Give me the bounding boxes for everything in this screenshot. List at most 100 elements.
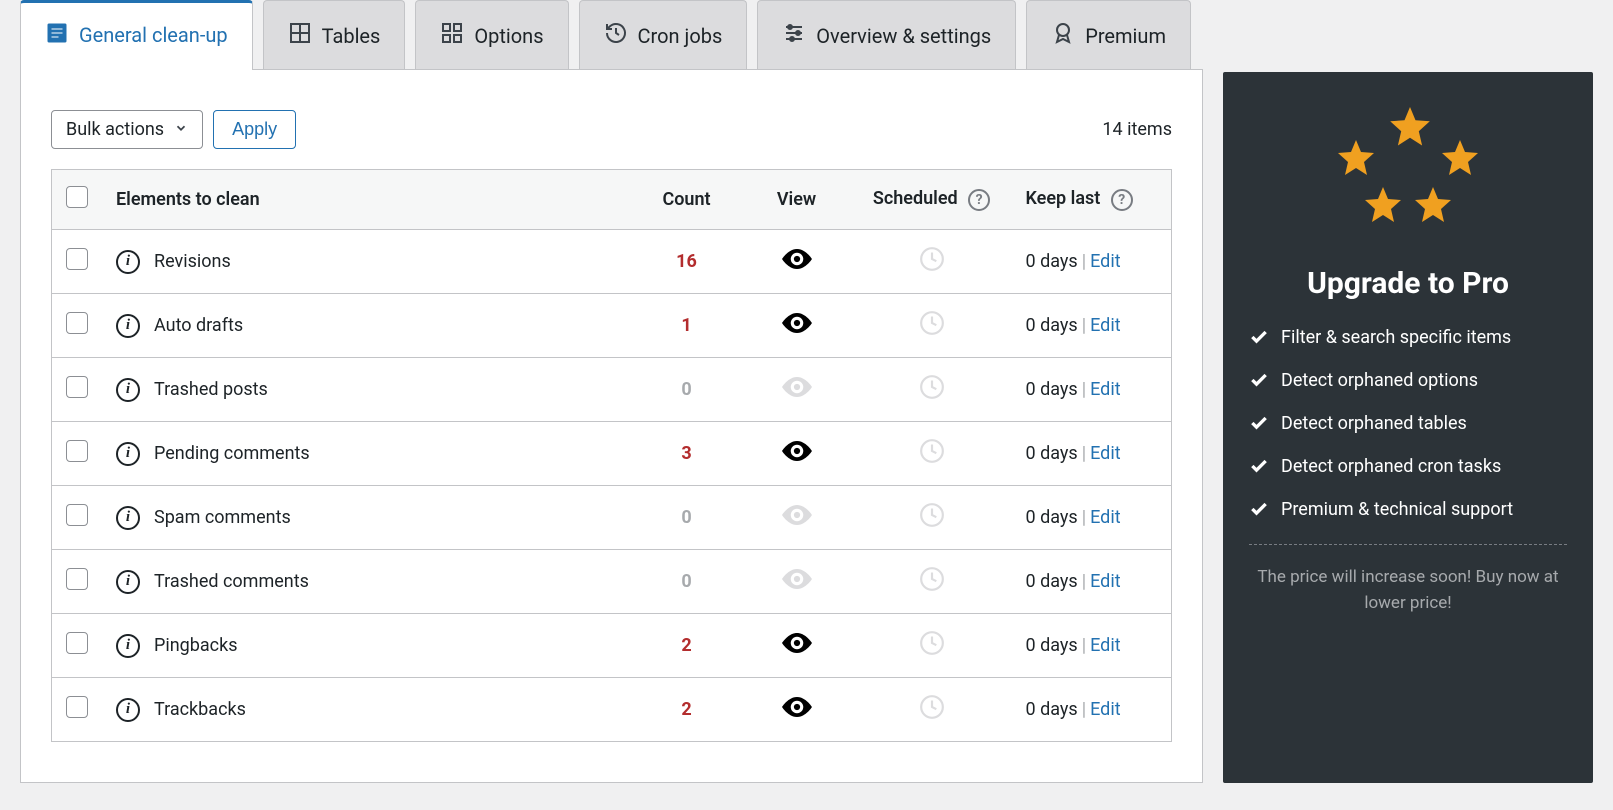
count-value: 0 <box>681 379 691 400</box>
chevron-down-icon <box>174 119 188 140</box>
row-checkbox[interactable] <box>66 632 88 654</box>
keep-days: 0 days <box>1026 507 1078 528</box>
edit-link[interactable]: Edit <box>1090 379 1120 400</box>
check-icon <box>1249 456 1269 481</box>
element-name: Trackbacks <box>154 699 246 720</box>
upgrade-note: The price will increase soon! Buy now at… <box>1249 565 1567 616</box>
history-clock-icon <box>604 21 628 50</box>
count-value: 0 <box>681 571 691 592</box>
keep-days: 0 days <box>1026 571 1078 592</box>
check-icon <box>1249 327 1269 352</box>
help-icon[interactable]: ? <box>968 189 990 211</box>
info-icon[interactable]: i <box>116 698 140 722</box>
keep-days: 0 days <box>1026 315 1078 336</box>
upgrade-title: Upgrade to Pro <box>1249 266 1567 301</box>
feature-text: Detect orphaned tables <box>1281 413 1467 434</box>
divider <box>1249 544 1567 545</box>
edit-link[interactable]: Edit <box>1090 699 1120 720</box>
count-value: 3 <box>681 443 691 464</box>
bulk-actions-select[interactable]: Bulk actions <box>51 110 203 149</box>
tab-options[interactable]: Options <box>415 0 568 70</box>
count-value: 2 <box>681 699 691 720</box>
tab-tables[interactable]: Tables <box>263 0 406 70</box>
edit-link[interactable]: Edit <box>1090 507 1120 528</box>
sliders-icon <box>782 21 806 50</box>
tab-label: General clean-up <box>79 23 228 47</box>
feature-item: Filter & search specific items <box>1249 327 1567 352</box>
eye-icon[interactable] <box>782 633 812 653</box>
col-scheduled: Scheduled ? <box>852 170 1012 230</box>
row-checkbox[interactable] <box>66 696 88 718</box>
table-row: iTrashed posts00 days|Edit <box>52 358 1172 422</box>
info-icon[interactable]: i <box>116 570 140 594</box>
table-row: iAuto drafts10 days|Edit <box>52 294 1172 358</box>
eye-icon[interactable] <box>782 697 812 717</box>
eye-icon[interactable] <box>782 441 812 461</box>
row-checkbox[interactable] <box>66 504 88 526</box>
keep-days: 0 days <box>1026 443 1078 464</box>
edit-link[interactable]: Edit <box>1090 635 1120 656</box>
tab-overview-settings[interactable]: Overview & settings <box>757 0 1016 70</box>
table-row: iTrackbacks20 days|Edit <box>52 678 1172 742</box>
info-icon[interactable]: i <box>116 250 140 274</box>
row-checkbox[interactable] <box>66 376 88 398</box>
panel-general-cleanup: Bulk actions Apply 14 items Elements to … <box>20 69 1203 783</box>
upgrade-sidebar: Upgrade to Pro Filter & search specific … <box>1223 72 1593 783</box>
tab-label: Options <box>474 24 543 48</box>
count-value: 16 <box>676 251 697 272</box>
info-icon[interactable]: i <box>116 442 140 466</box>
clock-icon <box>919 502 945 528</box>
edit-link[interactable]: Edit <box>1090 443 1120 464</box>
tab-premium[interactable]: Premium <box>1026 0 1191 70</box>
tab-cron-jobs[interactable]: Cron jobs <box>579 0 748 70</box>
table-row: iRevisions160 days|Edit <box>52 230 1172 294</box>
feature-text: Detect orphaned cron tasks <box>1281 456 1501 477</box>
info-icon[interactable]: i <box>116 378 140 402</box>
clock-icon <box>919 630 945 656</box>
award-badge-icon <box>1051 21 1075 50</box>
clock-icon <box>919 246 945 272</box>
tab-label: Tables <box>322 24 381 48</box>
clock-icon <box>919 694 945 720</box>
element-name: Spam comments <box>154 507 291 528</box>
feature-text: Premium & technical support <box>1281 499 1513 520</box>
row-checkbox[interactable] <box>66 248 88 270</box>
table-grid-icon <box>288 21 312 50</box>
tab-label: Premium <box>1085 24 1166 48</box>
info-icon[interactable]: i <box>116 506 140 530</box>
count-value: 2 <box>681 635 691 656</box>
info-icon[interactable]: i <box>116 314 140 338</box>
element-name: Revisions <box>154 251 231 272</box>
feature-item: Detect orphaned tables <box>1249 413 1567 438</box>
options-grid-icon <box>440 21 464 50</box>
edit-link[interactable]: Edit <box>1090 315 1120 336</box>
table-row: iPingbacks20 days|Edit <box>52 614 1172 678</box>
edit-link[interactable]: Edit <box>1090 251 1120 272</box>
count-value: 1 <box>681 315 691 336</box>
info-icon[interactable]: i <box>116 634 140 658</box>
tab-general-cleanup[interactable]: General clean-up <box>20 0 253 70</box>
select-all-checkbox[interactable] <box>66 186 88 208</box>
count-value: 0 <box>681 507 691 528</box>
row-checkbox[interactable] <box>66 568 88 590</box>
table-row: iSpam comments00 days|Edit <box>52 486 1172 550</box>
row-checkbox[interactable] <box>66 312 88 334</box>
keep-days: 0 days <box>1026 699 1078 720</box>
clock-icon <box>919 374 945 400</box>
feature-item: Premium & technical support <box>1249 499 1567 524</box>
col-keeplast: Keep last ? <box>1012 170 1172 230</box>
bulk-actions-label: Bulk actions <box>66 119 164 140</box>
col-elements: Elements to clean <box>102 170 632 230</box>
help-icon[interactable]: ? <box>1111 189 1133 211</box>
tab-label: Cron jobs <box>638 24 723 48</box>
apply-button[interactable]: Apply <box>213 110 296 149</box>
row-checkbox[interactable] <box>66 440 88 462</box>
element-name: Pingbacks <box>154 635 238 656</box>
eye-icon[interactable] <box>782 249 812 269</box>
feature-text: Filter & search specific items <box>1281 327 1511 348</box>
edit-link[interactable]: Edit <box>1090 571 1120 592</box>
eye-icon[interactable] <box>782 313 812 333</box>
element-name: Auto drafts <box>154 315 243 336</box>
clock-icon <box>919 310 945 336</box>
check-icon <box>1249 413 1269 438</box>
